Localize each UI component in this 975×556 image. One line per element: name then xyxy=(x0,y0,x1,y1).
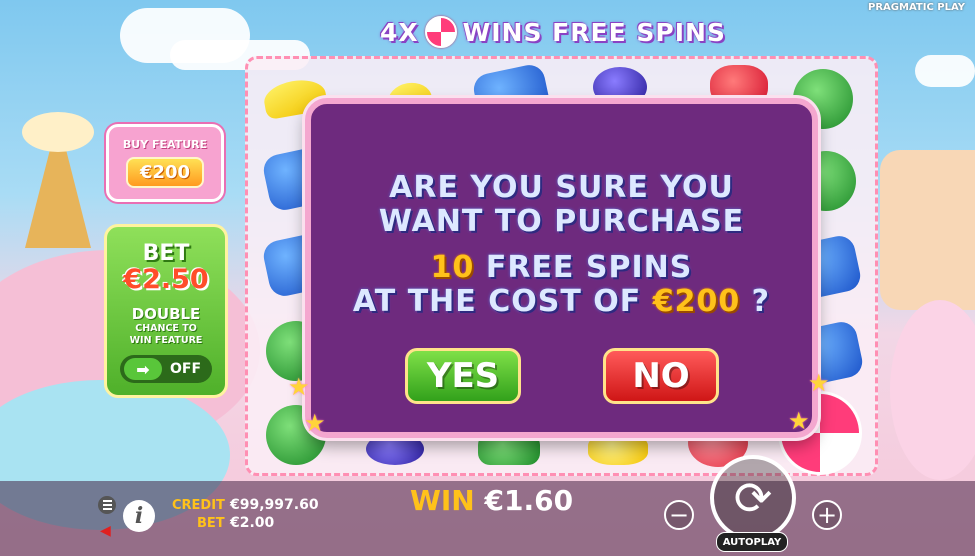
win-display: WIN €1.60 xyxy=(410,484,573,517)
double-subtitle: CHANCE TO WIN FEATURE xyxy=(130,323,203,347)
spin-button[interactable]: ⟳ xyxy=(710,455,796,541)
double-chance-toggle[interactable]: ➡ OFF xyxy=(120,355,212,383)
autoplay-button[interactable]: AUTOPLAY xyxy=(716,532,788,552)
bet-label: BET xyxy=(197,516,225,531)
brand-logo: PRAGMATIC PLAY xyxy=(868,2,965,13)
star-icon: ★ xyxy=(304,409,326,437)
title-prefix: 4X xyxy=(380,17,419,47)
credit-value: €99,997.60 xyxy=(230,497,319,513)
dialog-line-1: ARE YOU SURE YOU xyxy=(389,170,734,205)
title-suffix: WINS FREE SPINS xyxy=(462,17,726,47)
double-label: DOUBLE xyxy=(131,305,201,323)
dialog-line-3: 10 FREE SPINS xyxy=(311,250,812,285)
question-mark: ? xyxy=(751,284,771,319)
menu-icon[interactable] xyxy=(98,496,116,514)
ante-bet-title: BET xyxy=(142,241,190,266)
cost-value: €200 xyxy=(652,284,741,319)
lollipop-icon xyxy=(424,16,457,48)
win-label: WIN xyxy=(410,484,475,517)
info-icon[interactable]: i xyxy=(123,500,155,532)
dialog-line-4: AT THE COST OF €200 ? xyxy=(311,284,812,319)
sound-icon[interactable]: ◀ xyxy=(100,523,111,539)
cake xyxy=(880,150,975,310)
dialog-line-2: WANT TO PURCHASE xyxy=(378,204,745,239)
spins-text: FREE SPINS xyxy=(485,250,693,285)
arrow-right-icon: ➡ xyxy=(124,358,162,380)
win-value: €1.60 xyxy=(484,484,574,517)
buy-feature-price: €200 xyxy=(125,157,205,188)
ante-bet-panel: BET €2.50 DOUBLE CHANCE TO WIN FEATURE ➡… xyxy=(104,224,228,398)
star-icon: ★ xyxy=(288,373,310,401)
toggle-state: OFF xyxy=(170,361,202,377)
star-icon: ★ xyxy=(788,407,810,435)
game-title: 4X WINS FREE SPINS xyxy=(380,14,750,50)
buy-feature-button[interactable]: BUY FEATURE €200 xyxy=(106,124,224,202)
double-subtitle-line2: WIN FEATURE xyxy=(129,335,203,346)
increase-bet-button[interactable]: + xyxy=(812,500,842,530)
no-button[interactable]: NO xyxy=(603,348,719,404)
yes-button[interactable]: YES xyxy=(405,348,521,404)
spin-icon: ⟳ xyxy=(733,471,773,525)
cloud xyxy=(915,55,975,87)
bet-value: €2.00 xyxy=(230,515,275,531)
star-icon: ★ xyxy=(808,369,830,397)
ice-cream-scoop xyxy=(22,112,94,152)
double-subtitle-line1: CHANCE TO xyxy=(135,323,197,334)
cream-swirl xyxy=(890,300,975,480)
ante-bet-amount: €2.50 xyxy=(123,264,209,295)
purchase-confirm-dialog: ARE YOU SURE YOU WANT TO PURCHASE 10 FRE… xyxy=(305,98,818,438)
cost-text: AT THE COST OF xyxy=(352,284,642,319)
spins-count: 10 xyxy=(430,250,475,285)
buy-feature-label: BUY FEATURE xyxy=(122,138,208,151)
credit-label: CREDIT xyxy=(172,498,225,513)
decrease-bet-button[interactable]: − xyxy=(664,500,694,530)
